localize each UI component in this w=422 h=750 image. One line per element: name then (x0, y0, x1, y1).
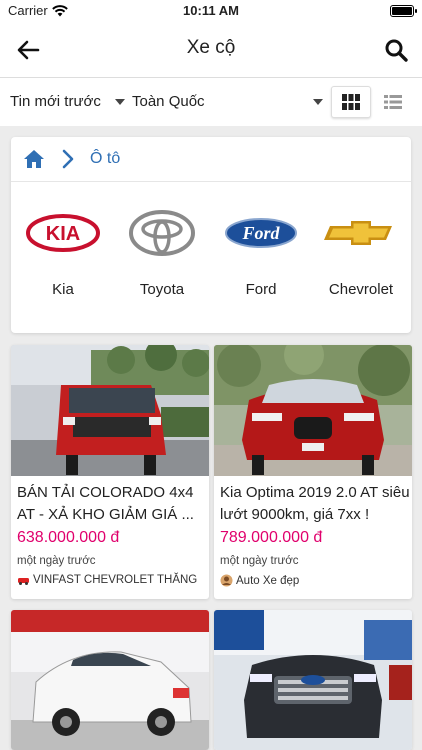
seller-avatar-icon (220, 574, 233, 587)
listing-title: BÁN TẢI COLORADO 4x4 AT - XẢ KHO GIẢM GI… (17, 484, 194, 523)
listing-seller: Auto Xe đẹp (220, 574, 299, 587)
list-icon (384, 95, 402, 109)
listing-photo (11, 345, 209, 476)
home-icon[interactable] (23, 149, 45, 169)
listing-title: Kia Optima 2019 2.0 AT siêu lướt 9000km,… (220, 484, 410, 523)
seller-name: Auto Xe đẹp (236, 574, 300, 587)
search-icon[interactable] (382, 36, 410, 64)
ford-logo: Ford (211, 203, 311, 263)
svg-text:KIA: KIA (46, 223, 80, 245)
listing-card[interactable]: Kia Optima 2019 2.0 AT siêu lướt 9000km,… (214, 345, 412, 599)
brand-name: Kia (52, 281, 74, 298)
status-bar: Carrier 10:11 AM (0, 0, 422, 22)
svg-text:Ford: Ford (241, 223, 280, 243)
breadcrumb-current[interactable]: Ô tô (90, 150, 120, 168)
brand-kia[interactable]: KIA Kia (13, 203, 113, 313)
seller-name: VINFAST CHEVROLET THĂNG (33, 574, 198, 586)
listing-price: 789.000.000 đ (220, 529, 323, 546)
seller-avatar-icon (18, 577, 29, 585)
battery-icon (390, 5, 417, 17)
listing-photo (214, 610, 412, 750)
brand-toyota[interactable]: Toyota (112, 203, 212, 313)
sort-caret-icon[interactable] (115, 99, 125, 105)
page-title: Xe cộ (186, 37, 236, 58)
sort-dropdown[interactable]: Tin mới trước (10, 93, 101, 110)
filter-bar: Tin mới trước Toàn Quốc (0, 78, 422, 126)
nav-bar: Xe cộ (0, 22, 422, 78)
location-caret-icon[interactable] (313, 99, 323, 105)
listing-photo (214, 345, 412, 476)
brand-name: Chevrolet (328, 281, 394, 298)
listing-time: một ngày trước (220, 555, 299, 567)
clock: 10:11 AM (183, 3, 239, 18)
listing-time: một ngày trước (17, 555, 96, 567)
listing-photo (11, 610, 209, 750)
chevrolet-logo (311, 203, 411, 263)
breadcrumb: Ô tô (11, 137, 411, 182)
category-card: Ô tô KIA Kia Toyota Ford Ford Chevrolet (11, 137, 411, 333)
listing-card[interactable] (214, 610, 412, 750)
grid-view-button[interactable] (331, 86, 371, 118)
kia-logo: KIA (13, 203, 113, 263)
toyota-logo (112, 203, 212, 263)
brand-ford[interactable]: Ford Ford (211, 203, 311, 313)
listing-price: 638.000.000 đ (17, 529, 120, 546)
listing-card[interactable]: BÁN TẢI COLORADO 4x4 AT - XẢ KHO GIẢM GI… (11, 345, 209, 599)
listing-seller: VINFAST CHEVROLET THĂNG (17, 574, 197, 586)
grid-icon (342, 94, 360, 110)
list-view-button[interactable] (374, 86, 412, 118)
listing-card[interactable] (11, 610, 209, 750)
brand-name: Toyota (139, 281, 185, 298)
chevron-right-icon (62, 149, 74, 169)
brand-chevrolet[interactable]: Chevrolet (311, 203, 411, 313)
location-dropdown[interactable]: Toàn Quốc (132, 93, 205, 110)
brand-name: Ford (245, 281, 277, 298)
